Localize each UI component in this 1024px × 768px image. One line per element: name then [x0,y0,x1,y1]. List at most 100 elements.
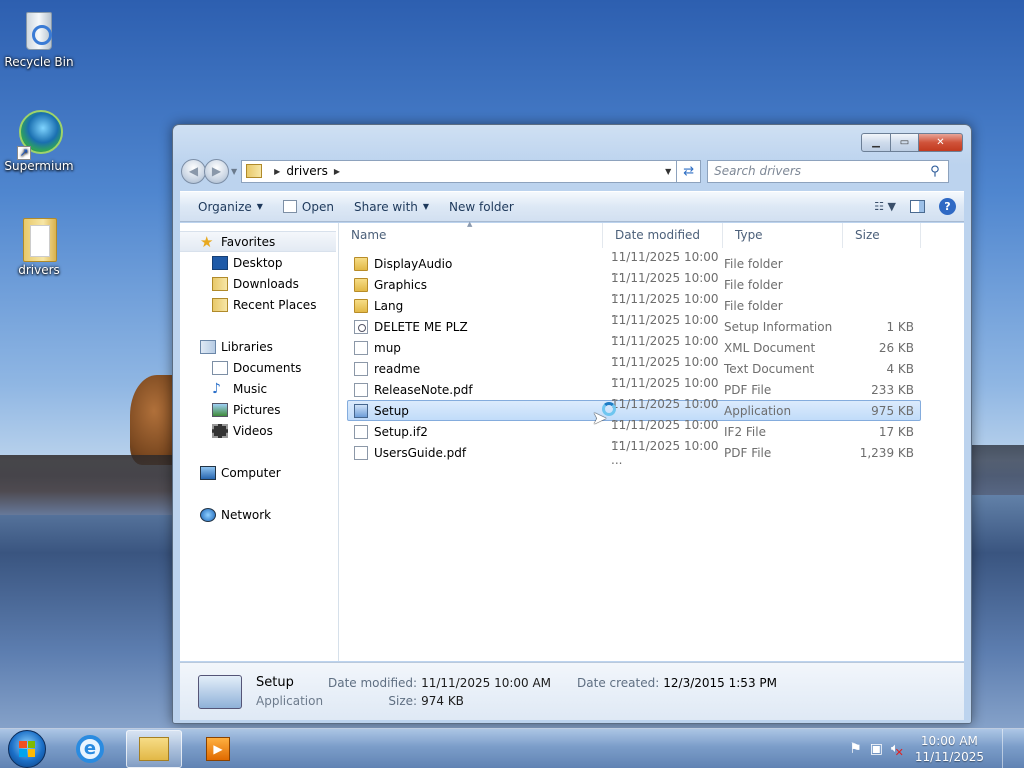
nav-recent-places[interactable]: Recent Places [180,294,338,315]
open-icon [282,200,297,213]
supermium-icon: ↗ [17,110,63,160]
breadcrumb-arrow-icon[interactable]: ▶ [274,167,280,176]
clock[interactable]: 10:00 AM 11/11/2025 [915,733,984,765]
clock-time: 10:00 AM [920,733,978,748]
folder-icon [354,256,368,271]
file-name: mup [374,340,401,355]
background-shore-right [964,445,1024,495]
nav-network[interactable]: Network [180,504,338,525]
details-pane: Setup Application Date modified: 11/11/2… [180,662,964,720]
details-modified-value[interactable]: 11/11/2025 10:00 AM [421,676,551,690]
window-controls: ▁ ▭ ✕ [861,133,963,152]
nav-documents[interactable]: Documents [180,357,338,378]
pictures-icon [212,402,228,417]
details-created-value[interactable]: 12/3/2015 1:53 PM [663,676,777,690]
show-desktop-button[interactable] [1002,728,1014,768]
column-header-size[interactable]: Size [843,222,921,248]
navigation-pane: ★ Favorites Desktop Downloads Recent Pla… [180,223,339,661]
column-header-name[interactable]: ▲ Name [339,219,603,248]
nav-libraries[interactable]: Libraries [180,336,338,357]
address-dropdown-icon[interactable]: ▼ [660,167,676,176]
media-player-icon: ▶ [206,736,230,761]
nav-pictures[interactable]: Pictures [180,399,338,420]
back-button[interactable]: ◀ [181,158,206,184]
file-type: Setup Information [724,319,833,334]
windows-explorer-icon [139,736,169,761]
nav-label: Computer [221,465,281,480]
new-folder-button[interactable]: New folder [439,192,524,221]
preview-pane-icon[interactable] [910,200,925,213]
details-modified-label: Date modified: [328,675,418,690]
breadcrumb-arrow-icon[interactable]: ▶ [334,167,340,176]
recent-places-icon [212,297,228,312]
address-bar[interactable]: ▶ drivers ▶ ▼ [241,159,678,183]
file-list: ▲ Name Date modified Type Size DisplayAu… [339,219,964,661]
nav-label: Videos [233,423,273,438]
change-view-icon[interactable]: ☷ ▼ [874,200,896,213]
nav-downloads[interactable]: Downloads [180,273,338,294]
organize-button[interactable]: Organize ▼ [180,192,273,221]
desktop-icon-recycle-bin[interactable]: Recycle Bin [1,6,77,69]
file-type: PDF File [724,445,772,460]
nav-videos[interactable]: Videos [180,420,338,441]
file-type: XML Document [724,340,816,355]
folder-icon [354,298,368,313]
start-button[interactable] [8,729,46,768]
nav-favorites[interactable]: ★ Favorites [180,231,336,252]
taskbar: e ▶ ⚑ ▣ 🔈︎ ✕ 10:00 AM 11/11/2025 [0,728,1024,768]
network-status-icon[interactable]: ▣ [870,741,883,757]
search-icon[interactable]: ⚲ [930,164,948,179]
file-row[interactable]: UsersGuide.pdf 11/11/2025 10:00 ... PDF Fi… [347,439,921,467]
taskbar-internet-explorer[interactable]: e [62,730,118,768]
desktop-icon-label: drivers [18,263,60,277]
folder-icon [246,164,263,178]
file-type: IF2 File [724,424,766,439]
nav-desktop[interactable]: Desktop [180,252,338,273]
minimize-button[interactable]: ▁ [861,133,891,152]
help-icon[interactable]: ? [939,198,956,215]
taskbar-windows-explorer[interactable] [126,729,182,768]
column-header-type[interactable]: Type [723,222,843,248]
desktop-icon-label: Supermium [4,159,74,173]
nav-computer[interactable]: Computer [180,462,338,483]
column-label: Date modified [615,228,701,242]
nav-label: Desktop [233,255,283,270]
windows-logo-icon [19,740,35,757]
file-size: 26 KB [878,340,914,355]
desktop-icon-drivers[interactable]: drivers [1,214,77,277]
application-icon [354,403,368,418]
nav-label: Pictures [233,402,281,417]
search-input[interactable]: Search drivers ⚲ [707,159,950,183]
maximize-button[interactable]: ▭ [891,133,919,152]
close-button[interactable]: ✕ [919,133,963,152]
nav-music[interactable]: ♪ Music [180,378,338,399]
music-icon: ♪ [212,380,221,397]
details-file-name: Setup [256,675,294,690]
open-button[interactable]: Open [273,192,344,221]
file-name: DELETE ME PLZ [374,319,468,334]
sort-ascending-icon: ▲ [467,219,473,228]
action-center-flag-icon[interactable]: ⚑ [849,741,862,757]
open-label: Open [301,199,334,214]
details-properties-2: Date created: 12/3/2015 1:53 PM [577,676,777,690]
desktop-icon-supermium[interactable]: ↗ Supermium [1,110,77,173]
clock-date: 11/11/2025 [914,749,984,764]
recycle-bin-icon [17,6,61,52]
refresh-button[interactable]: ⇄ [677,159,702,183]
system-tray: ⚑ ▣ 🔈︎ ✕ 10:00 AM 11/11/2025 [849,728,1024,768]
forward-button[interactable]: ▶ [204,158,229,184]
details-file-type: Application [256,694,324,708]
recent-pages-dropdown[interactable]: ▼ [231,167,237,176]
taskbar-media-player[interactable]: ▶ [190,730,246,768]
column-header-date-modified[interactable]: Date modified [603,222,723,248]
file-name-cell: mup [348,340,604,355]
nav-label: Documents [233,360,302,375]
nav-label: Downloads [233,276,299,291]
volume-muted-icon[interactable]: 🔈︎ ✕ [891,741,904,759]
documents-icon [212,360,228,375]
breadcrumb-drivers[interactable]: drivers [286,164,328,178]
file-size: 233 KB [871,382,914,397]
share-with-button[interactable]: Share with ▼ [344,192,439,221]
desktop-icon-label: Recycle Bin [4,55,74,69]
videos-icon [212,423,228,438]
